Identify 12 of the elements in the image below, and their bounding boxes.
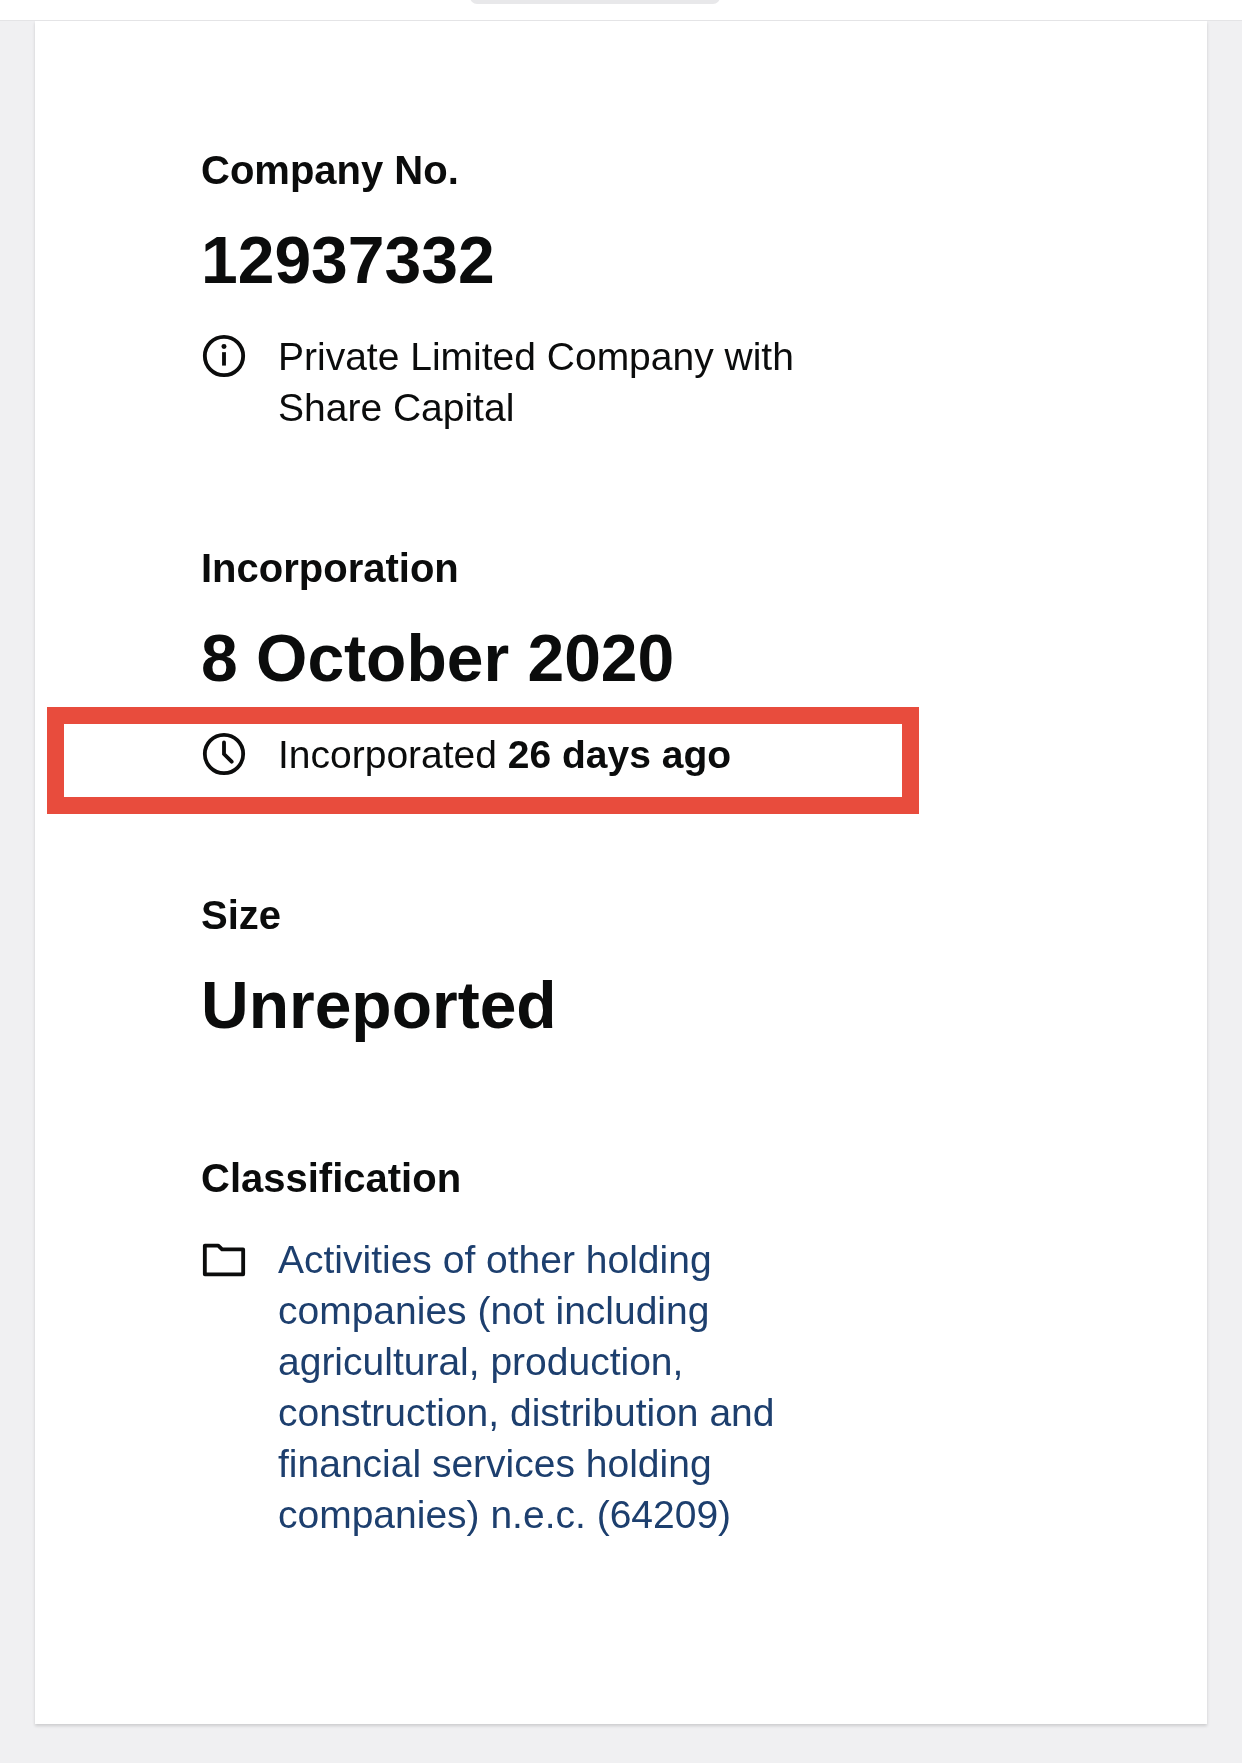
field-label: Classification — [201, 1155, 463, 1201]
field-value: 8 October 2020 — [201, 620, 676, 696]
clock-icon — [201, 731, 247, 777]
classification-link[interactable]: Activities of other holding companies (not including agricultural, production, construction, distribution and financial services holding companies) n.e.c. (64209) — [278, 1234, 841, 1540]
field-label: Incorporation — [201, 545, 460, 591]
field-value: Unreported — [201, 967, 558, 1043]
field-label: Size — [201, 892, 283, 938]
note-text: Private Limited Company with Share Capital — [278, 334, 795, 431]
field-value: 12937332 — [201, 222, 496, 298]
note-text: Incorporated 26 days ago — [278, 732, 732, 778]
info-icon — [201, 333, 247, 379]
field-label: Company No. — [201, 147, 460, 193]
